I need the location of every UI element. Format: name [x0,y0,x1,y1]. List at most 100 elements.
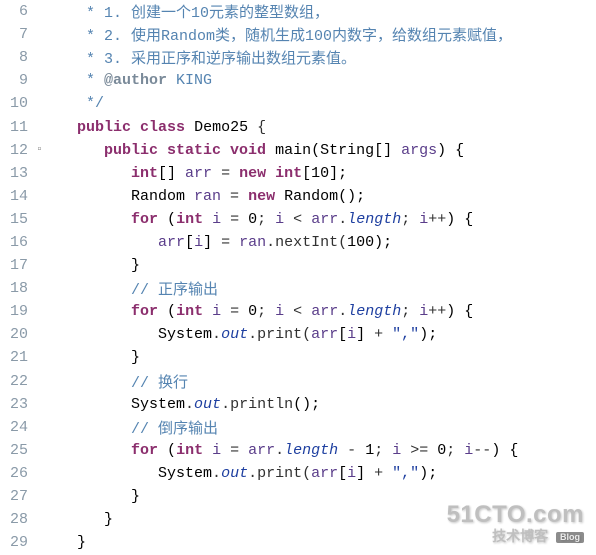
code-content[interactable]: public static void main(String[] args) { [50,142,596,159]
token-field: out [221,465,248,482]
token-class: String [320,142,374,159]
token-plain [50,282,131,299]
code-content[interactable]: int[] arr = new int[10]; [50,165,596,182]
code-line[interactable]: 17 } [0,254,596,277]
code-content[interactable]: System.out.print(arr[i] + ","); [50,326,596,343]
code-content[interactable]: * 2. 使用Random类，随机生成100内数字，给数组元素赋值， [50,24,596,45]
watermark: 51CTO.com 技术博客 Blog [447,503,584,543]
code-line[interactable]: 15 for (int i = 0; i < arr.length; i++) … [0,208,596,231]
token-plain: ; [374,442,392,459]
token-var: i [212,211,221,228]
token-plain: ; [401,211,419,228]
watermark-badge: Blog [556,532,584,543]
code-content[interactable]: arr[i] = ran.nextInt(100); [50,234,596,251]
code-line[interactable]: 18 // 正序输出 [0,277,596,300]
code-line[interactable]: 10 */ [0,92,596,115]
token-comment: // 倒序输出 [131,421,218,438]
code-line[interactable]: 16 arr[i] = ran.nextInt(100); [0,231,596,254]
token-paren: ) { [446,303,473,320]
code-line[interactable]: 14 Random ran = new Random(); [0,185,596,208]
token-plain: = [221,211,248,228]
code-line[interactable]: 13 int[] arr = new int[10]; [0,162,596,185]
code-content[interactable]: * @author KING [50,72,596,89]
line-number: 21 [0,349,36,366]
token-paren: } [131,257,140,274]
code-content[interactable]: */ [50,95,596,112]
token-plain [50,465,158,482]
token-plain [185,119,194,136]
code-editor[interactable]: 6 * 1. 创建一个10元素的整型数组，7 * 2. 使用Random类，随机… [0,0,596,554]
code-content[interactable]: Random ran = new Random(); [50,188,596,205]
token-paren: [ [338,326,347,343]
code-line[interactable]: 7 * 2. 使用Random类，随机生成100内数字，给数组元素赋值， [0,23,596,46]
code-content[interactable]: public class Demo25 { [50,119,596,136]
code-line[interactable]: 21 } [0,346,596,369]
code-content[interactable]: System.out.println(); [50,396,596,413]
code-line[interactable]: 22 // 换行 [0,370,596,393]
code-content[interactable]: for (int i = 0; i < arr.length; i++) { [50,303,596,320]
code-line[interactable]: 9 * @author KING [0,69,596,92]
token-class: System [158,465,212,482]
token-plain: . [338,211,347,228]
token-plain: + [365,326,392,343]
token-plain: . [338,303,347,320]
token-str: "," [392,326,419,343]
token-comment: * [86,72,104,89]
code-line[interactable]: 26 System.out.print(arr[i] + ","); [0,462,596,485]
code-line[interactable]: 8 * 3. 采用正序和逆序输出数组元素值。 [0,46,596,69]
code-content[interactable]: // 换行 [50,371,596,392]
token-paren: [ [338,465,347,482]
code-content[interactable]: // 正序输出 [50,278,596,299]
watermark-tagline: 技术博客 Blog [447,529,584,543]
line-number: 28 [0,511,36,528]
token-paren: [ [185,234,194,251]
token-plain: = [212,165,239,182]
code-content[interactable]: } [50,257,596,274]
code-line[interactable]: 11 public class Demo25 { [0,115,596,138]
token-num: 0 [248,303,257,320]
token-paren: ) { [446,211,473,228]
line-number: 19 [0,303,36,320]
line-number: 23 [0,396,36,413]
code-line[interactable]: 23 System.out.println(); [0,393,596,416]
code-line[interactable]: 12▫ public static void main(String[] arg… [0,139,596,162]
line-number: 29 [0,534,36,551]
token-plain [50,119,77,136]
token-num: 0 [437,442,446,459]
token-var: arr [311,211,338,228]
code-content[interactable]: // 倒序输出 [50,417,596,438]
token-type: int [176,442,203,459]
code-line[interactable]: 6 * 1. 创建一个10元素的整型数组， [0,0,596,23]
line-number: 13 [0,165,36,182]
token-plain [50,72,86,89]
gutter-decorator: ▫ [36,144,50,156]
line-number: 16 [0,234,36,251]
code-line[interactable]: 24 // 倒序输出 [0,416,596,439]
line-number: 11 [0,119,36,136]
token-comment: // 正序输出 [131,282,218,299]
token-plain: - [338,442,365,459]
token-plain: . [212,465,221,482]
code-content[interactable]: System.out.print(arr[i] + ","); [50,465,596,482]
code-content[interactable]: * 1. 创建一个10元素的整型数组， [50,1,596,22]
token-plain: ++ [428,303,446,320]
token-paren: ( [167,211,176,228]
code-content[interactable]: } [50,349,596,366]
code-content[interactable]: * 3. 采用正序和逆序输出数组元素值。 [50,47,596,68]
token-plain [203,442,212,459]
token-field: out [221,326,248,343]
token-plain: ++ [428,211,446,228]
line-number: 18 [0,280,36,297]
line-number: 27 [0,488,36,505]
token-var: i [194,234,203,251]
token-plain [50,142,104,159]
token-var: i [419,211,428,228]
code-line[interactable]: 19 for (int i = 0; i < arr.length; i++) … [0,300,596,323]
token-var: i [419,303,428,320]
code-line[interactable]: 20 System.out.print(arr[i] + ","); [0,323,596,346]
token-paren: ] [203,234,212,251]
code-content[interactable]: for (int i = 0; i < arr.length; i++) { [50,211,596,228]
line-number: 15 [0,211,36,228]
code-content[interactable]: for (int i = arr.length - 1; i >= 0; i--… [50,442,596,459]
code-line[interactable]: 25 for (int i = arr.length - 1; i >= 0; … [0,439,596,462]
